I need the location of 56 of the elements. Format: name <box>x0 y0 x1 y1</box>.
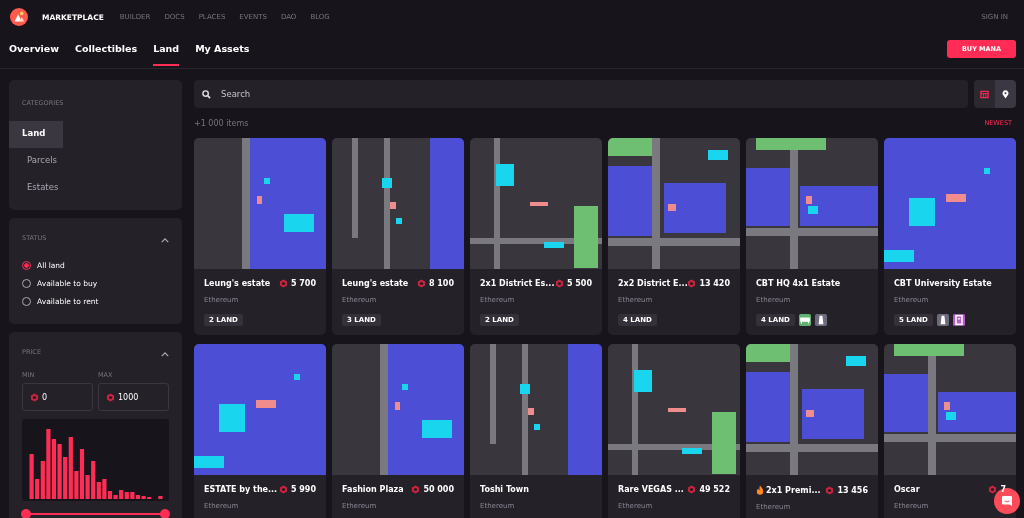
card-title: CBT HQ 4x1 Estate <box>756 279 841 288</box>
price-range-slider[interactable] <box>21 509 170 518</box>
category-item[interactable]: Land <box>9 121 64 148</box>
mana-icon <box>687 279 697 288</box>
card-title: Oscar <box>894 485 920 494</box>
card-price: 5 500 <box>566 279 592 288</box>
search-icon <box>202 89 211 99</box>
mana-icon <box>988 485 998 494</box>
card-title: Fashion Plaza <box>342 485 404 494</box>
card-price: 13 456 <box>837 485 868 495</box>
card-price: 7 <box>1000 485 1006 494</box>
mana-icon <box>106 392 115 402</box>
card-title: Rare VEGAS ... <box>618 485 684 494</box>
card-title: 2x2 District E... <box>618 279 688 288</box>
radio-button[interactable] <box>22 261 31 270</box>
item-count: +1 000 items <box>194 118 249 128</box>
card-title: 2x1 District Es... <box>480 279 555 288</box>
mana-icon <box>554 279 564 288</box>
category-item[interactable]: Parcels <box>9 148 75 175</box>
table-icon <box>980 89 989 99</box>
mana-icon <box>825 485 835 495</box>
mana-icon <box>416 279 426 288</box>
card-title: ESTATE by the... <box>204 485 278 494</box>
card-price: 50 000 <box>423 485 454 494</box>
slider-handle[interactable] <box>21 509 31 518</box>
mana-icon <box>278 485 288 494</box>
mana-icon <box>687 485 697 494</box>
map-view-button[interactable] <box>995 80 1016 108</box>
tab[interactable]: Land <box>153 43 180 66</box>
tab[interactable]: Collectibles <box>75 43 138 66</box>
card-title: Leung's estate <box>342 279 409 288</box>
card-title: 2x1 Premi... <box>766 485 821 495</box>
card-title: Leung's estate <box>204 279 271 288</box>
mana-icon <box>278 279 288 288</box>
card-price: 8 100 <box>428 279 454 288</box>
slider-handle[interactable] <box>160 509 170 518</box>
card-price: 5 990 <box>290 485 316 494</box>
tab[interactable]: My Assets <box>195 43 250 66</box>
card-price: 49 522 <box>699 485 730 494</box>
mana-icon <box>30 392 39 402</box>
logo-icon[interactable] <box>10 8 28 26</box>
collapse-icon[interactable] <box>161 238 169 243</box>
max-price-field[interactable]: 1000 <box>98 383 169 411</box>
chat-icon <box>1001 495 1013 507</box>
tab[interactable]: Overview <box>9 43 60 66</box>
grid-view-button[interactable] <box>974 80 995 108</box>
histogram-bar <box>158 496 163 499</box>
mana-icon <box>411 485 421 494</box>
card-price: 5 700 <box>290 279 316 288</box>
card-price: 13 420 <box>699 279 730 288</box>
category-item[interactable]: Estates <box>9 175 77 202</box>
card-title: CBT University Estate <box>894 279 992 288</box>
min-price-field[interactable]: 0 <box>22 383 93 411</box>
card-title: Toshi Town <box>480 485 529 494</box>
map-pin-icon <box>1001 89 1010 99</box>
collapse-icon[interactable] <box>161 352 169 357</box>
